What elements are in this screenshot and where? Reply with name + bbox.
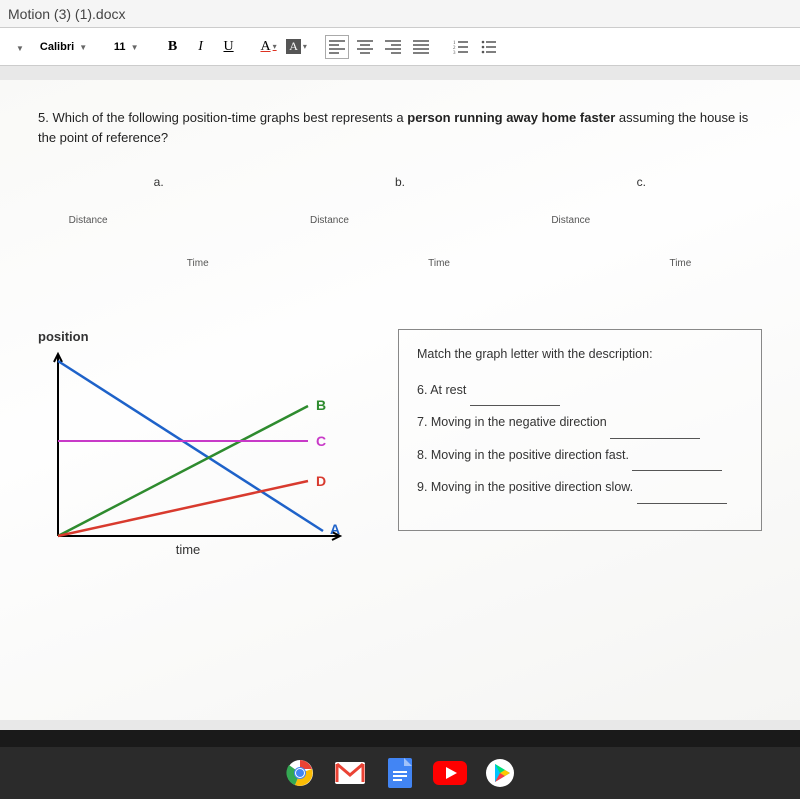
svg-text:3: 3	[453, 51, 456, 54]
chart-svg: B C D A time	[38, 346, 368, 556]
chart-line-A	[58, 361, 323, 531]
chevron-down-icon: ▾	[303, 42, 307, 51]
highlight-button[interactable]: A▾	[285, 35, 309, 59]
option-axes-row: Distance Time Distance Time Distance Tim…	[38, 219, 762, 259]
text-color-button[interactable]: A▾	[257, 35, 281, 59]
question-5: 5. Which of the following position-time …	[38, 108, 762, 147]
chart-line-D	[58, 481, 308, 536]
formatting-toolbar: ▼ Calibri ▼ 11 ▼ B I U A▾ A▾ 123	[0, 28, 800, 66]
style-dropdown[interactable]: ▼	[8, 38, 30, 56]
bulleted-list-button[interactable]	[477, 35, 501, 59]
play-store-icon[interactable]	[482, 755, 518, 791]
chart-x-axis-label: time	[176, 542, 201, 556]
document-filename: Motion (3) (1).docx	[8, 6, 125, 22]
chevron-down-icon: ▼	[79, 43, 87, 52]
option-a-axes: Distance Time	[69, 219, 249, 259]
option-c-axes: Distance Time	[551, 219, 731, 259]
option-b-label: b.	[310, 175, 490, 189]
option-a-label: a.	[69, 175, 249, 189]
chart-line-B	[58, 406, 308, 536]
align-center-button[interactable]	[353, 35, 377, 59]
match-header: Match the graph letter with the descript…	[417, 346, 743, 364]
chart-label-B: B	[316, 397, 326, 413]
align-justify-button[interactable]	[409, 35, 433, 59]
app-window: Motion (3) (1).docx ▼ Calibri ▼ 11 ▼ B I…	[0, 0, 800, 730]
numbered-list-button[interactable]: 123	[449, 35, 473, 59]
bold-button[interactable]: B	[161, 35, 185, 59]
document-body[interactable]: 5. Which of the following position-time …	[0, 80, 800, 720]
taskbar	[0, 747, 800, 799]
underline-button[interactable]: U	[217, 35, 241, 59]
youtube-icon[interactable]	[432, 755, 468, 791]
option-b-axes: Distance Time	[310, 219, 490, 259]
docs-icon[interactable]	[382, 755, 418, 791]
bottom-section: position B	[38, 329, 762, 561]
chart-label-D: D	[316, 473, 326, 489]
chevron-down-icon: ▾	[273, 42, 277, 51]
italic-button[interactable]: I	[189, 35, 213, 59]
question-7: 7. Moving in the negative direction	[417, 406, 743, 439]
font-size-select[interactable]: 11 ▼	[108, 39, 145, 55]
chart-label-C: C	[316, 433, 326, 449]
align-right-button[interactable]	[381, 35, 405, 59]
question-8: 8. Moving in the positive direction fast…	[417, 439, 743, 472]
chart-y-axis-label: position	[38, 329, 368, 344]
match-question-box: Match the graph letter with the descript…	[398, 329, 762, 531]
chevron-down-icon: ▼	[131, 43, 139, 52]
position-time-chart: position B	[38, 329, 368, 561]
chevron-down-icon: ▼	[16, 44, 24, 53]
align-left-button[interactable]	[325, 35, 349, 59]
chart-label-A: A	[330, 521, 340, 537]
question-6: 6. At rest	[417, 374, 743, 407]
titlebar: Motion (3) (1).docx	[0, 0, 800, 28]
answer-blank-9[interactable]	[637, 503, 727, 504]
option-labels-row: a. b. c.	[38, 175, 762, 189]
option-c-label: c.	[551, 175, 731, 189]
question-9: 9. Moving in the positive direction slow…	[417, 471, 743, 504]
font-name-select[interactable]: Calibri ▼	[34, 39, 104, 55]
chrome-icon[interactable]	[282, 755, 318, 791]
gmail-icon[interactable]	[332, 755, 368, 791]
